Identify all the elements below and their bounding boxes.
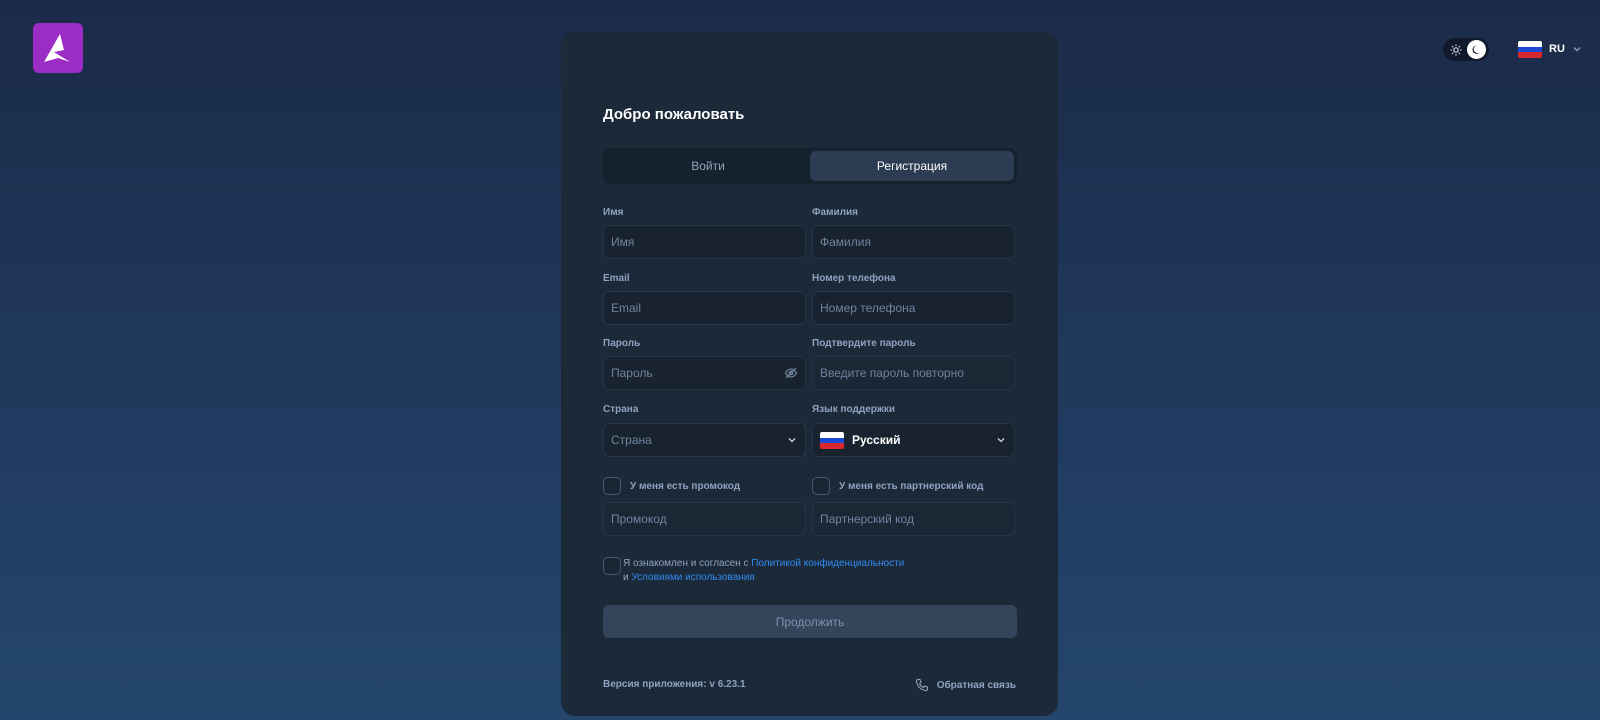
- last-name-label: Фамилия: [812, 207, 858, 218]
- confirm-password-input[interactable]: [820, 366, 1007, 380]
- first-name-input[interactable]: [611, 235, 798, 249]
- chevron-down-icon: [1573, 47, 1581, 52]
- country-placeholder: Страна: [611, 433, 652, 447]
- email-input[interactable]: [611, 301, 798, 315]
- promo-field-wrap: [603, 502, 806, 536]
- promo-input[interactable]: [611, 512, 798, 526]
- privacy-policy-link[interactable]: Политикой конфиденциальности: [751, 558, 904, 569]
- password-input[interactable]: [611, 366, 784, 380]
- password-label: Пароль: [603, 338, 641, 349]
- phone-label: Номер телефона: [812, 273, 896, 284]
- support-language-value: Русский: [852, 433, 901, 447]
- agreement-text: Я ознакомлен и согласен с Политикой конф…: [623, 557, 904, 585]
- eye-off-icon[interactable]: [784, 366, 798, 380]
- a-arrow-logo-icon: [44, 34, 70, 62]
- partner-checkbox[interactable]: [812, 477, 830, 495]
- card-title: Добро пожаловать: [603, 106, 745, 123]
- partner-input[interactable]: [820, 512, 1007, 526]
- partner-field-wrap: [812, 502, 1015, 536]
- partner-checkbox-label[interactable]: У меня есть партнерский код: [839, 481, 983, 492]
- app-version: Версия приложения: v 6.23.1: [603, 679, 746, 690]
- support-language-label: Язык поддержки: [812, 404, 895, 415]
- last-name-field-wrap: [812, 225, 1015, 259]
- email-field-wrap: [603, 291, 806, 325]
- first-name-label: Имя: [603, 207, 624, 218]
- promo-checkbox[interactable]: [603, 477, 621, 495]
- first-name-field-wrap: [603, 225, 806, 259]
- email-label: Email: [603, 273, 630, 284]
- language-switcher[interactable]: RU: [1518, 39, 1582, 59]
- theme-toggle[interactable]: [1443, 38, 1489, 61]
- tab-register[interactable]: Регистрация: [810, 151, 1014, 181]
- chevron-down-icon: [786, 434, 798, 446]
- russia-flag-icon: [820, 431, 844, 449]
- agreement-text-before: Я ознакомлен и согласен с: [623, 558, 752, 569]
- agreement-checkbox[interactable]: [603, 557, 621, 575]
- terms-of-use-link[interactable]: Условиями использования: [631, 572, 754, 583]
- phone-icon: [915, 678, 928, 692]
- country-select[interactable]: Страна: [603, 423, 806, 457]
- country-label: Страна: [603, 404, 639, 415]
- confirm-password-label: Подтвердите пароль: [812, 338, 916, 349]
- support-language-select[interactable]: Русский: [812, 423, 1015, 457]
- feedback-label: Обратная связь: [936, 679, 1016, 691]
- continue-button[interactable]: Продолжить: [603, 605, 1017, 638]
- language-code: RU: [1549, 43, 1565, 55]
- confirm-password-field-wrap: [812, 356, 1015, 390]
- sun-icon[interactable]: [1449, 43, 1463, 57]
- registration-card: Добро пожаловать Войти Регистрация Имя Ф…: [561, 32, 1058, 716]
- phone-field-wrap: [812, 291, 1015, 325]
- chevron-down-icon: [995, 434, 1007, 446]
- app-logo[interactable]: [33, 23, 83, 73]
- tab-login[interactable]: Войти: [606, 151, 810, 181]
- last-name-input[interactable]: [820, 235, 1007, 249]
- feedback-link[interactable]: Обратная связь: [915, 678, 1016, 692]
- auth-tabs: Войти Регистрация: [603, 148, 1017, 184]
- password-field-wrap: [603, 356, 806, 390]
- promo-checkbox-label[interactable]: У меня есть промокод: [630, 481, 740, 492]
- moon-icon[interactable]: [1467, 40, 1486, 59]
- phone-input[interactable]: [820, 301, 1007, 315]
- russia-flag-icon: [1518, 40, 1542, 58]
